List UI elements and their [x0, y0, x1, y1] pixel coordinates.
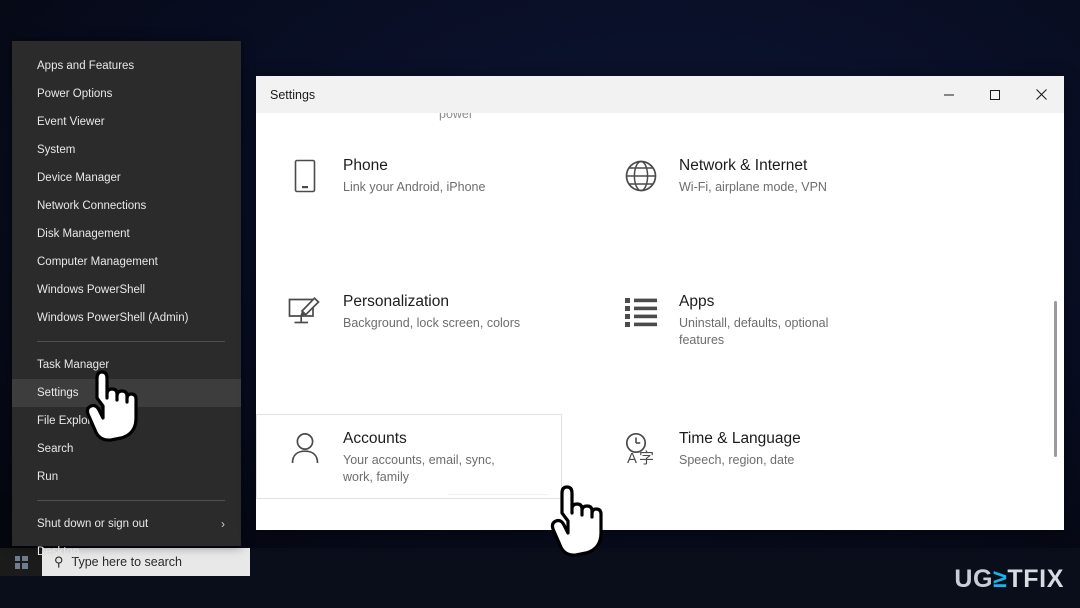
menu-item-apps-and-features[interactable]: Apps and Features [12, 52, 241, 80]
winx-menu-group-3: Shut down or sign out › Desktop [12, 510, 241, 566]
menu-item-label: File Explorer [37, 415, 102, 427]
tile-title: Accounts [343, 430, 407, 447]
tile-title: Personalization [343, 293, 449, 310]
winx-menu-group-1: Apps and Features Power Options Event Vi… [12, 52, 241, 332]
tile-subtitle: Uninstall, defaults, optional features [679, 316, 829, 347]
settings-tile-grid: Phone Link your Android, iPhone Network … [256, 141, 1064, 499]
window-title: Settings [270, 87, 316, 102]
menu-item-search[interactable]: Search [12, 435, 241, 463]
personalization-icon [285, 292, 325, 332]
settings-tile-row: Phone Link your Android, iPhone Network … [256, 141, 1064, 209]
menu-item-label: System [37, 144, 76, 156]
tile-text-block: Accounts Your accounts, email, sync, wor… [343, 427, 521, 486]
scrollbar-thumb[interactable] [1054, 301, 1057, 457]
settings-tile-time-language[interactable]: A 字 Time & Language Speech, region, date [592, 414, 898, 499]
tile-text-block: Time & Language Speech, region, date [679, 427, 801, 469]
watermark-part-1: UG [954, 565, 994, 593]
window-controls [926, 76, 1064, 113]
menu-separator-2 [37, 500, 225, 501]
close-icon [1035, 89, 1047, 100]
settings-tile-accounts[interactable]: Accounts Your accounts, email, sync, wor… [256, 414, 562, 499]
apps-list-icon [621, 292, 661, 332]
menu-item-label: Search [37, 443, 74, 455]
settings-tile-apps[interactable]: Apps Uninstall, defaults, optional featu… [592, 277, 898, 362]
tile-subtitle: Speech, region, date [679, 453, 795, 467]
clipped-previous-row: power [256, 113, 1064, 133]
minimize-button[interactable] [926, 76, 972, 113]
menu-separator-1 [37, 341, 225, 342]
menu-item-label: Run [37, 471, 59, 483]
tile-title: Time & Language [679, 430, 801, 447]
menu-item-label: Computer Management [37, 256, 158, 268]
menu-item-network-connections[interactable]: Network Connections [12, 192, 241, 220]
settings-title-bar[interactable]: Settings [256, 76, 1064, 113]
settings-window: Settings power Phone Link your Android, … [256, 76, 1064, 530]
tile-title: Apps [679, 293, 715, 310]
close-button[interactable] [1018, 76, 1064, 113]
winx-context-menu: Apps and Features Power Options Event Vi… [12, 41, 241, 558]
settings-tile-phone[interactable]: Phone Link your Android, iPhone [256, 141, 562, 209]
menu-item-label: Event Viewer [37, 116, 105, 128]
menu-item-desktop[interactable]: Desktop [12, 538, 241, 566]
vertical-scrollbar[interactable] [1051, 113, 1061, 530]
person-icon [285, 429, 325, 469]
menu-item-label: Apps and Features [37, 60, 135, 72]
tile-subtitle: Background, lock screen, colors [343, 316, 521, 330]
menu-item-file-explorer[interactable]: File Explorer [12, 407, 241, 435]
settings-content-area: power Phone Link your Android, iPhone Ne… [256, 113, 1064, 530]
content-divider [448, 494, 548, 495]
tile-text-block: Apps Uninstall, defaults, optional featu… [679, 290, 857, 349]
tile-text-block: Network & Internet Wi-Fi, airplane mode,… [679, 154, 827, 196]
menu-item-task-manager[interactable]: Task Manager [12, 351, 241, 379]
svg-text:字: 字 [639, 450, 654, 466]
watermark-part-3: TFIX [1007, 565, 1064, 593]
globe-icon [621, 156, 661, 196]
tile-text-block: Personalization Background, lock screen,… [343, 290, 520, 332]
minimize-icon [944, 94, 954, 95]
tile-text-block: Phone Link your Android, iPhone [343, 154, 485, 196]
tile-subtitle: Link your Android, iPhone [343, 180, 486, 194]
settings-tile-row: Personalization Background, lock screen,… [256, 277, 1064, 362]
maximize-button[interactable] [972, 76, 1018, 113]
svg-text:A: A [627, 450, 637, 466]
menu-item-event-viewer[interactable]: Event Viewer [12, 108, 241, 136]
menu-item-label: Shut down or sign out [37, 518, 149, 530]
phone-icon [285, 156, 325, 196]
menu-item-windows-powershell-admin[interactable]: Windows PowerShell (Admin) [12, 304, 241, 332]
menu-item-disk-management[interactable]: Disk Management [12, 220, 241, 248]
menu-item-shut-down-or-sign-out[interactable]: Shut down or sign out › [12, 510, 241, 538]
chevron-right-icon: › [221, 517, 225, 531]
menu-item-label: Windows PowerShell [37, 284, 146, 296]
menu-item-label: Desktop [37, 546, 80, 558]
settings-tile-personalization[interactable]: Personalization Background, lock screen,… [256, 277, 562, 362]
ugetfix-watermark: UG ≥ TFIX [954, 565, 1064, 594]
tile-subtitle: Your accounts, email, sync, work, family [343, 453, 495, 484]
menu-item-system[interactable]: System [12, 136, 241, 164]
menu-item-label: Settings [37, 387, 79, 399]
menu-item-power-options[interactable]: Power Options [12, 80, 241, 108]
watermark-part-2: ≥ [993, 565, 1008, 593]
menu-item-label: Windows PowerShell (Admin) [37, 312, 189, 324]
menu-item-computer-management[interactable]: Computer Management [12, 248, 241, 276]
tile-title: Network & Internet [679, 157, 808, 174]
tile-subtitle: Wi-Fi, airplane mode, VPN [679, 180, 827, 194]
menu-item-label: Power Options [37, 88, 113, 100]
clipped-text-power: power [439, 113, 474, 121]
menu-item-label: Task Manager [37, 359, 110, 371]
menu-item-device-manager[interactable]: Device Manager [12, 164, 241, 192]
settings-tile-row: Accounts Your accounts, email, sync, wor… [256, 414, 1064, 499]
menu-item-label: Device Manager [37, 172, 121, 184]
menu-item-settings[interactable]: Settings [12, 379, 241, 407]
maximize-icon [990, 89, 1000, 100]
menu-item-run[interactable]: Run [12, 463, 241, 491]
settings-tile-network-internet[interactable]: Network & Internet Wi-Fi, airplane mode,… [592, 141, 898, 209]
menu-item-windows-powershell[interactable]: Windows PowerShell [12, 276, 241, 304]
winx-menu-group-2: Task Manager Settings File Explorer Sear… [12, 351, 241, 491]
menu-item-label: Disk Management [37, 228, 130, 240]
menu-item-label: Network Connections [37, 200, 147, 212]
tile-title: Phone [343, 157, 388, 174]
time-language-icon: A 字 [621, 429, 661, 469]
